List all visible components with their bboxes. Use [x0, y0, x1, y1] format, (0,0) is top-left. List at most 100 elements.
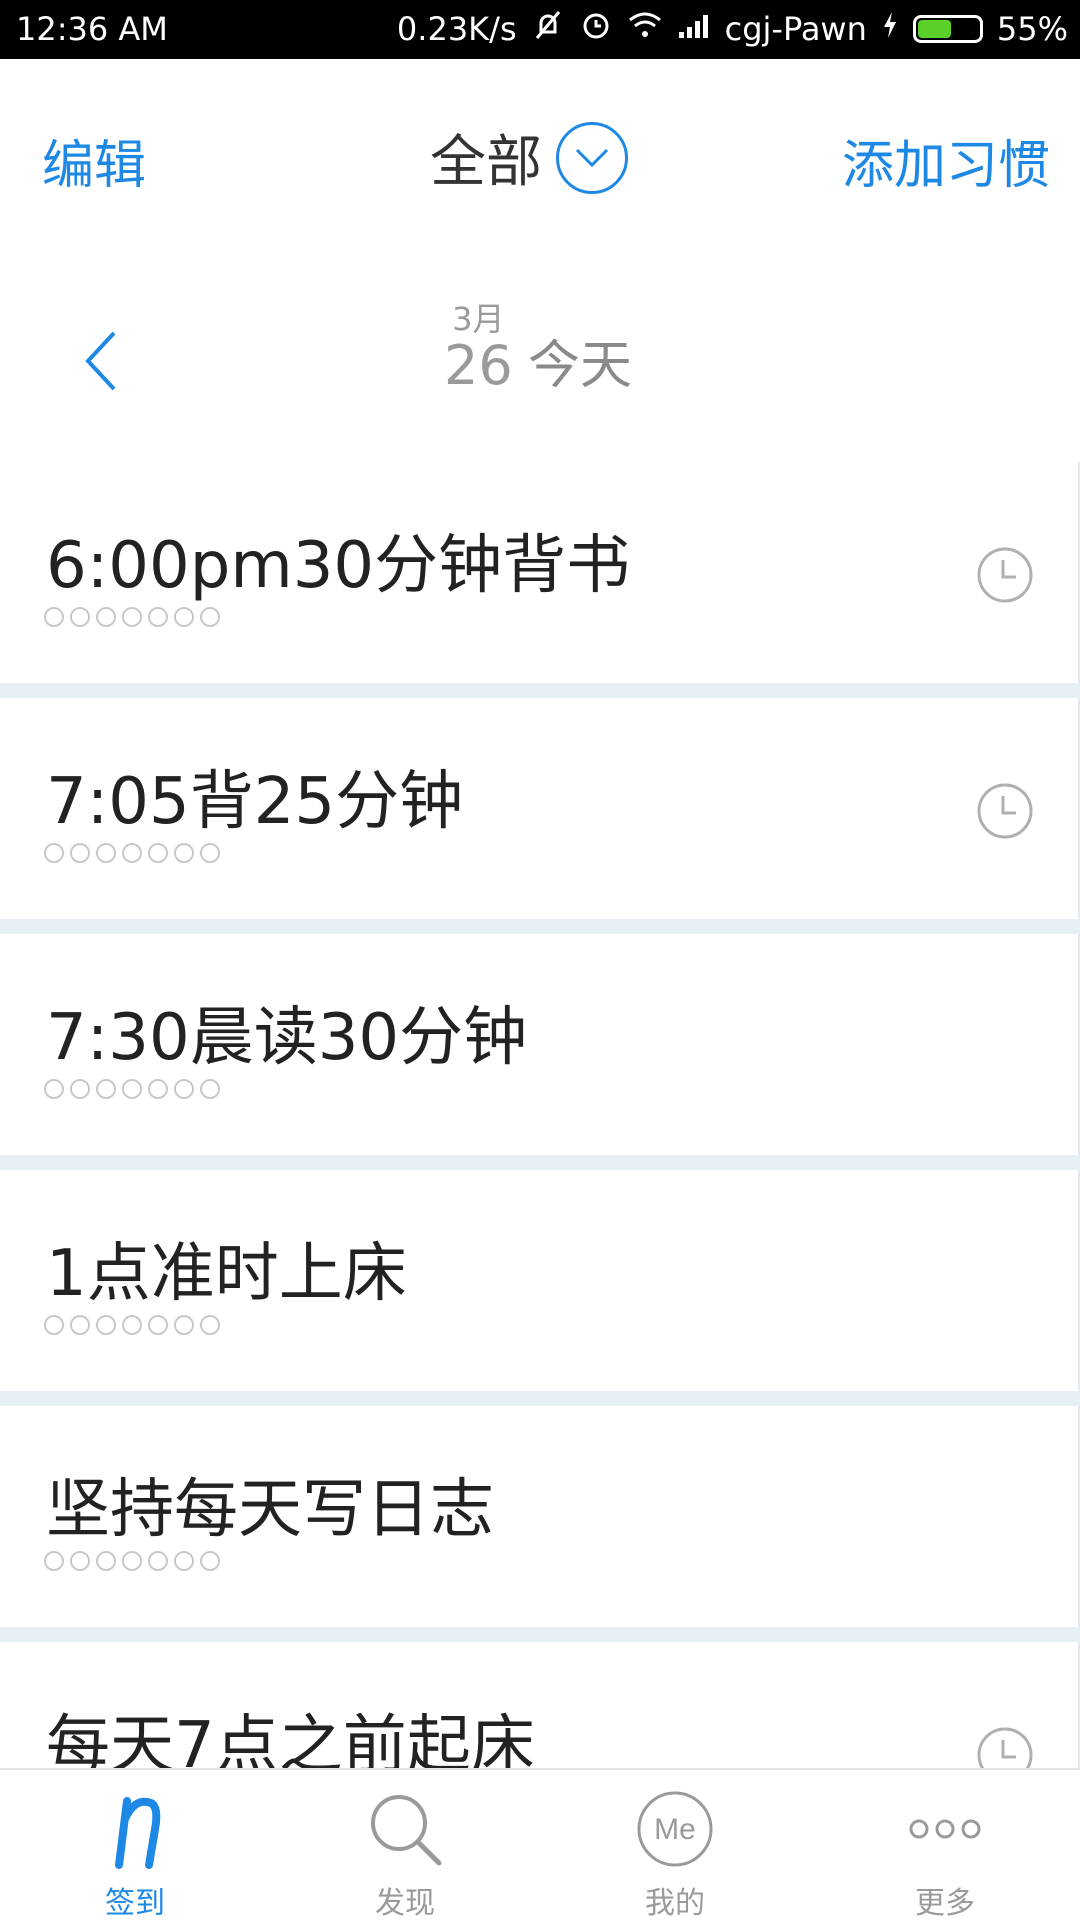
bottom-nav: 签到 发现 Me 我的 更多: [0, 1768, 1080, 1920]
day-dot: [174, 1551, 194, 1571]
today-label: 今天: [528, 336, 633, 396]
day-dot: [70, 1551, 90, 1571]
habit-row[interactable]: 每天7点之前起床: [0, 1642, 1080, 1768]
day-dot: [70, 1315, 90, 1335]
status-bar: 12:36 AM 0.23K/s cgj-Pawn 55%: [0, 0, 1080, 59]
habit-list: 6:00pm30分钟背书 7:05背25分钟 7:30晨读30分钟 1点准时上床坚持每…: [0, 462, 1080, 1768]
row-divider: [0, 683, 1080, 698]
day-dot: [96, 1315, 116, 1335]
day-dot: [70, 843, 90, 863]
row-divider: [0, 1627, 1080, 1642]
me-icon: Me: [540, 1786, 810, 1872]
tab-label: 发现: [375, 1886, 435, 1920]
habit-row[interactable]: 坚持每天写日志: [0, 1406, 1080, 1627]
carrier-name: cgj-Pawn: [724, 10, 867, 48]
habit-row[interactable]: 1点准时上床: [0, 1170, 1080, 1391]
more-icon: [810, 1786, 1080, 1872]
date-day: 26: [444, 334, 513, 397]
tab-label: 我的: [645, 1886, 705, 1920]
day-dot: [96, 843, 116, 863]
alarm-icon: [579, 8, 613, 50]
row-divider: [0, 919, 1080, 934]
battery-percent: 55%: [996, 10, 1068, 48]
week-progress: [44, 1315, 220, 1335]
day-dot: [200, 1079, 220, 1099]
clock-icon[interactable]: [976, 1726, 1034, 1768]
net-speed: 0.23K/s: [396, 10, 517, 48]
day-dot: [122, 843, 142, 863]
habit-row[interactable]: 7:05背25分钟: [0, 698, 1080, 919]
filter-label: 全部: [430, 130, 542, 195]
habit-row[interactable]: 7:30晨读30分钟: [0, 934, 1080, 1155]
checkin-icon: [0, 1786, 270, 1872]
day-dot: [148, 607, 168, 627]
day-dot: [44, 1551, 64, 1571]
day-dot: [200, 1551, 220, 1571]
habit-name: 6:00pm30分钟背书: [46, 529, 631, 603]
day-dot: [122, 1551, 142, 1571]
day-dot: [44, 607, 64, 627]
tab-label: 更多: [915, 1886, 975, 1920]
search-icon: [270, 1786, 540, 1872]
day-dot: [44, 1315, 64, 1335]
clock-icon[interactable]: [976, 782, 1034, 844]
filter-dropdown[interactable]: 全部: [430, 117, 628, 198]
charging-icon: [881, 10, 899, 48]
habit-name: 7:05背25分钟: [46, 765, 464, 839]
add-habit-button[interactable]: 添加习惯: [842, 123, 1050, 198]
day-dot: [148, 1315, 168, 1335]
day-dot: [122, 1079, 142, 1099]
week-progress: [44, 1551, 220, 1571]
chevron-down-icon: [556, 121, 628, 194]
date-month: 3月: [452, 300, 505, 338]
day-dot: [44, 1079, 64, 1099]
clock-icon[interactable]: [976, 546, 1034, 608]
tab-more[interactable]: 更多: [810, 1770, 1080, 1920]
app-screen: 12:36 AM 0.23K/s cgj-Pawn 55% 编辑 全部 添加习惯…: [0, 0, 1080, 1920]
row-divider: [0, 1155, 1080, 1170]
previous-day-button[interactable]: [80, 329, 120, 397]
tab-me[interactable]: Me 我的: [540, 1770, 810, 1920]
day-dot: [200, 1315, 220, 1335]
status-time: 12:36 AM: [16, 10, 168, 48]
tab-label: 签到: [105, 1886, 165, 1920]
habit-name: 坚持每天写日志: [46, 1473, 494, 1547]
battery-level-fill: [917, 20, 951, 38]
date-navigator: 3月 26 今天: [0, 259, 1080, 464]
week-progress: [44, 843, 220, 863]
app-header: 编辑 全部 添加习惯: [0, 59, 1080, 259]
row-divider: [0, 1391, 1080, 1406]
day-dot: [148, 1551, 168, 1571]
week-progress: [44, 607, 220, 627]
habit-name: 7:30晨读30分钟: [46, 1001, 528, 1075]
day-dot: [200, 607, 220, 627]
day-dot: [122, 1315, 142, 1335]
day-dot: [174, 843, 194, 863]
day-dot: [200, 843, 220, 863]
status-right: 0.23K/s cgj-Pawn 55%: [397, 8, 1068, 50]
day-dot: [96, 1551, 116, 1571]
signal-icon: [677, 10, 711, 48]
day-dot: [174, 607, 194, 627]
edit-button[interactable]: 编辑: [42, 123, 146, 198]
day-dot: [70, 1079, 90, 1099]
me-icon-text: Me: [654, 1813, 696, 1846]
day-dot: [148, 843, 168, 863]
day-dot: [44, 843, 64, 863]
mute-icon: [531, 8, 565, 50]
day-dot: [122, 607, 142, 627]
tab-discover[interactable]: 发现: [270, 1770, 540, 1920]
day-dot: [174, 1315, 194, 1335]
date-display: 3月 26: [444, 301, 513, 395]
habit-name: 每天7点之前起床: [46, 1709, 535, 1768]
wifi-icon: [627, 10, 663, 48]
week-progress: [44, 1079, 220, 1099]
day-dot: [174, 1079, 194, 1099]
day-dot: [70, 607, 90, 627]
habit-row[interactable]: 6:00pm30分钟背书: [0, 462, 1080, 683]
habit-name: 1点准时上床: [46, 1237, 407, 1311]
day-dot: [148, 1079, 168, 1099]
tab-checkin[interactable]: 签到: [0, 1770, 270, 1920]
day-dot: [96, 607, 116, 627]
battery-icon: [912, 15, 983, 43]
